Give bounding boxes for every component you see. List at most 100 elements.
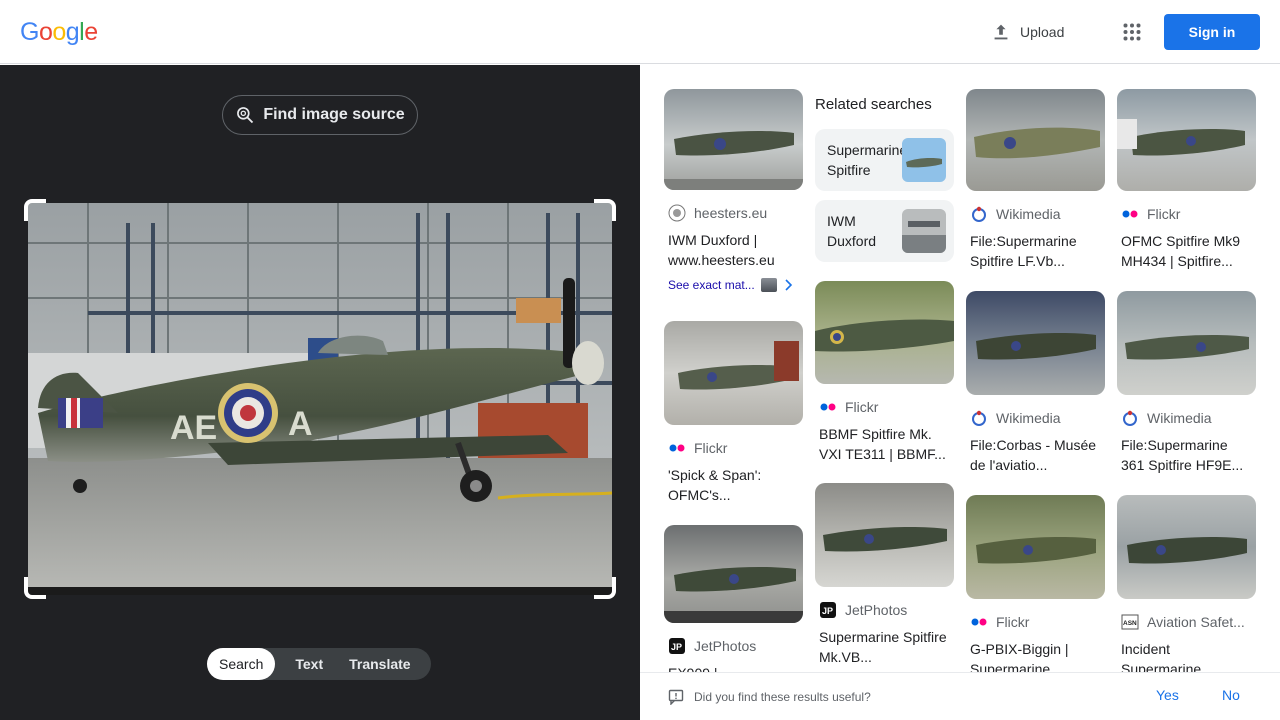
result-thumbnail[interactable] [664, 321, 803, 425]
svg-text:A: A [288, 405, 313, 443]
result-thumbnail[interactable] [664, 525, 803, 623]
result-title[interactable]: File:Supermarine 361 Spitfire HF9E... [1121, 435, 1253, 475]
result-card[interactable]: Flickr 'Spick & Span': OFMC's... [664, 321, 803, 505]
crop-corner[interactable] [24, 199, 46, 221]
upload-icon [994, 24, 1008, 40]
result-title[interactable]: Supermarine Spitfire Mk.VB... [819, 627, 951, 667]
result-card[interactable]: heesters.eu IWM Duxford | www.heesters.e… [664, 89, 803, 292]
query-image: AE A [28, 203, 612, 595]
jetphotos-icon: JP [668, 637, 686, 655]
result-title[interactable]: BBMF Spitfire Mk. VXI TE311 | BBMF... [819, 424, 951, 464]
chevron-right-icon [785, 279, 792, 291]
result-title[interactable]: Incident Supermarine... [1121, 639, 1253, 672]
thumbnail-image [678, 341, 799, 390]
result-source[interactable]: JP JetPhotos [819, 601, 954, 619]
result-title[interactable]: File:Supermarine Spitfire LF.Vb... [970, 231, 1102, 271]
thumbnail-image [976, 537, 1096, 564]
result-card[interactable]: Wikimedia File:Supermarine 361 Spitfire … [1117, 291, 1256, 475]
logo-letter: o [52, 18, 66, 46]
crop-corner[interactable] [594, 199, 616, 221]
result-title[interactable]: 'Spick & Span': OFMC's... [668, 465, 800, 505]
tab-text[interactable]: Text [275, 648, 337, 680]
crop-frame[interactable]: AE A [24, 199, 616, 599]
result-card[interactable]: Flickr OFMC Spitfire Mk9 MH434 | Spitfir… [1117, 89, 1256, 271]
heesters-favicon [668, 204, 686, 222]
result-title[interactable]: G-PBIX-Biggin | Supermarine... [970, 639, 1102, 672]
source-name: Flickr [996, 614, 1030, 630]
wikimedia-icon [970, 409, 988, 427]
result-source[interactable]: Wikimedia [970, 205, 1105, 223]
feedback-bar: Did you find these results useful? Yes N… [640, 672, 1280, 720]
result-thumbnail[interactable] [966, 89, 1105, 191]
apps-button[interactable] [1118, 18, 1146, 46]
result-card[interactable]: ASN Aviation Safet... Incident Supermari… [1117, 495, 1256, 672]
feedback-question-text: Did you find these results useful? [694, 690, 871, 704]
result-thumbnail[interactable] [1117, 89, 1256, 191]
result-thumbnail[interactable] [1117, 291, 1256, 395]
source-name: Flickr [694, 440, 728, 456]
result-thumbnail[interactable] [664, 89, 803, 190]
tab-translate[interactable]: Translate [337, 648, 422, 680]
result-thumbnail[interactable] [815, 483, 954, 587]
related-search-thumbnail [902, 138, 946, 182]
thumbnail-image [1117, 119, 1245, 156]
result-source[interactable]: ASN Aviation Safet... [1121, 613, 1256, 631]
svg-text:AE: AE [170, 409, 217, 447]
feedback-yes-button[interactable]: Yes [1156, 687, 1179, 703]
jetphotos-icon: JP [819, 601, 837, 619]
spitfire-hangar-image: AE A [28, 203, 612, 595]
source-name: Wikimedia [1147, 410, 1212, 426]
thumbnail-image [664, 131, 803, 190]
result-title[interactable]: OFMC Spitfire Mk9 MH434 | Spitfire... [1121, 231, 1253, 271]
result-source[interactable]: heesters.eu [668, 204, 803, 222]
flickr-icon [1121, 205, 1139, 223]
result-thumbnail[interactable] [966, 495, 1105, 599]
top-header: Google Upload Sign in [0, 0, 1280, 64]
exact-match-thumbnail [760, 278, 777, 292]
result-card[interactable]: JP JetPhotos Supermarine Spitfire Mk.VB.… [815, 483, 954, 667]
result-thumbnail[interactable] [815, 281, 954, 384]
wikimedia-icon [970, 205, 988, 223]
find-image-source-button[interactable]: Find image source [222, 95, 418, 135]
result-thumbnail[interactable] [966, 291, 1105, 395]
result-thumbnail[interactable] [1117, 495, 1256, 599]
see-exact-matches-link[interactable]: See exact mat... [668, 278, 803, 292]
upload-label: Upload [1020, 24, 1065, 40]
svg-text:ASN: ASN [1123, 620, 1137, 627]
result-card[interactable]: JP JetPhotos EX909 | [664, 525, 803, 672]
result-source[interactable]: Wikimedia [970, 409, 1105, 427]
visual-matches-pane: heesters.eu IWM Duxford | www.heesters.e… [640, 65, 1280, 672]
result-source[interactable]: Wikimedia [1121, 409, 1256, 427]
result-title[interactable]: File:Corbas - Musée de l'aviatio... [970, 435, 1102, 475]
source-name: Flickr [1147, 206, 1181, 222]
svg-text:JP: JP [822, 606, 833, 616]
thumbnail-image [1125, 335, 1249, 360]
related-search-iwm-duxford[interactable]: IWM Duxford [815, 200, 954, 262]
thumbnail-image [976, 333, 1096, 360]
tab-search[interactable]: Search [207, 648, 276, 680]
result-card[interactable]: Flickr BBMF Spitfire Mk. VXI TE311 | BBM… [815, 281, 954, 464]
related-search-supermarine-spitfire[interactable]: Supermarine Spitfire [815, 129, 954, 191]
sign-in-button[interactable]: Sign in [1164, 14, 1260, 50]
crop-corner[interactable] [594, 577, 616, 599]
source-name: Wikimedia [996, 206, 1061, 222]
result-card[interactable]: Wikimedia File:Corbas - Musée de l'aviat… [966, 291, 1105, 475]
result-source[interactable]: Flickr [819, 398, 954, 416]
svg-text:JP: JP [671, 642, 682, 652]
source-name: Wikimedia [996, 410, 1061, 426]
result-title[interactable]: IWM Duxford | www.heesters.eu [668, 230, 800, 270]
google-logo[interactable]: Google [20, 17, 98, 47]
result-title[interactable]: EX909 | [668, 663, 800, 672]
feedback-icon [668, 689, 684, 705]
crop-corner[interactable] [24, 577, 46, 599]
result-source[interactable]: Flickr [970, 613, 1105, 631]
result-source[interactable]: Flickr [1121, 205, 1256, 223]
thumbnail-image [664, 567, 803, 623]
upload-button[interactable]: Upload [990, 18, 1064, 46]
result-source[interactable]: JP JetPhotos [668, 637, 803, 655]
result-source[interactable]: Flickr [668, 439, 803, 457]
wikimedia-icon [1121, 409, 1139, 427]
result-card[interactable]: Wikimedia File:Supermarine Spitfire LF.V… [966, 89, 1105, 271]
result-card[interactable]: Flickr G-PBIX-Biggin | Supermarine... [966, 495, 1105, 672]
feedback-no-button[interactable]: No [1222, 687, 1240, 703]
